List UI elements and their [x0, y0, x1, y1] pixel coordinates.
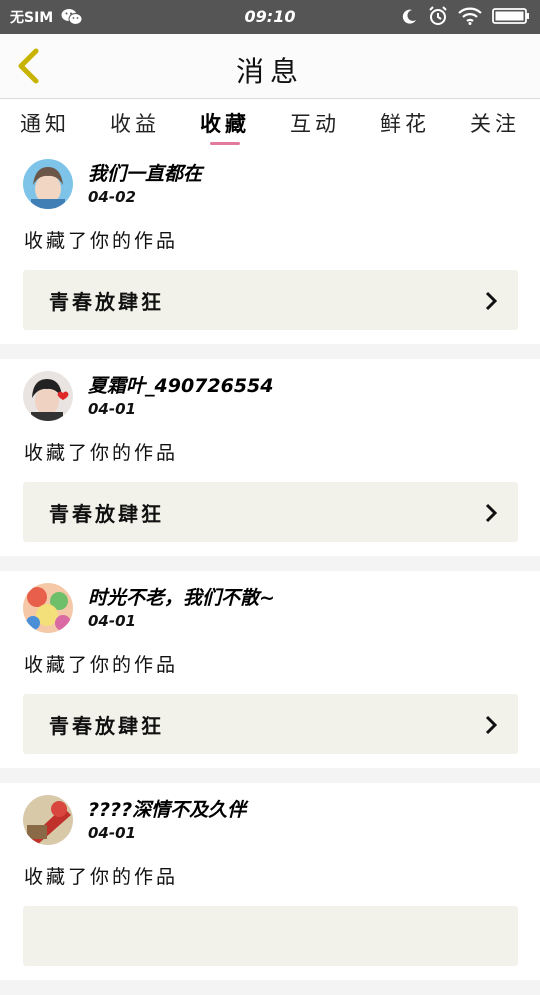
- tab-notifications[interactable]: 通知: [0, 99, 90, 147]
- username[interactable]: 夏霜叶_490726554: [88, 371, 273, 398]
- message-list: 我们一直都在 04-02 收藏了你的作品 青春放肆狂 夏霜叶_490726554…: [0, 147, 540, 995]
- work-link[interactable]: [23, 906, 518, 966]
- work-link[interactable]: 青春放肆狂: [23, 270, 518, 330]
- chevron-right-icon: [485, 715, 498, 735]
- avatar[interactable]: [23, 795, 73, 845]
- work-link[interactable]: 青春放肆狂: [23, 694, 518, 754]
- avatar[interactable]: [23, 583, 73, 633]
- message-card: 我们一直都在 04-02 收藏了你的作品 青春放肆狂: [0, 147, 540, 344]
- work-title: 青春放肆狂: [49, 290, 164, 314]
- action-text: 收藏了你的作品: [24, 442, 179, 464]
- chevron-right-icon: [485, 503, 498, 523]
- tab-flowers[interactable]: 鲜花: [360, 99, 450, 147]
- message-card: 时光不老，我们不散~ 04-01 收藏了你的作品 青春放肆狂: [0, 571, 540, 768]
- tab-earnings[interactable]: 收益: [90, 99, 180, 147]
- tab-interactions[interactable]: 互动: [270, 99, 360, 147]
- work-title: 青春放肆狂: [49, 502, 164, 526]
- message-date: 04-02: [88, 188, 136, 206]
- message-card: ????深情不及久伴 04-01 收藏了你的作品: [0, 783, 540, 980]
- message-card: 夏霜叶_490726554 04-01 收藏了你的作品 青春放肆狂: [0, 359, 540, 556]
- page-title: 消息: [235, 55, 304, 88]
- status-right: [402, 6, 530, 26]
- battery-icon: [492, 7, 530, 25]
- chevron-right-icon: [485, 291, 498, 311]
- work-title: 青春放肆狂: [49, 714, 164, 738]
- avatar[interactable]: [23, 159, 73, 209]
- alarm-icon: [428, 6, 448, 26]
- status-bar: 无SIM 09:10: [0, 0, 540, 34]
- username[interactable]: 我们一直都在: [88, 159, 202, 186]
- tab-following[interactable]: 关注: [450, 99, 540, 147]
- moon-icon: [402, 8, 418, 24]
- tab-bar: 通知 收益 收藏 互动 鲜花 关注: [0, 99, 540, 147]
- header-bar: 消息: [0, 34, 540, 99]
- message-date: 04-01: [88, 612, 136, 630]
- username[interactable]: ????深情不及久伴: [88, 795, 246, 822]
- username[interactable]: 时光不老，我们不散~: [88, 583, 275, 610]
- action-text: 收藏了你的作品: [24, 866, 179, 888]
- tab-favorites[interactable]: 收藏: [180, 99, 270, 147]
- message-date: 04-01: [88, 824, 136, 842]
- action-text: 收藏了你的作品: [24, 230, 179, 252]
- message-date: 04-01: [88, 400, 136, 418]
- avatar[interactable]: [23, 371, 73, 421]
- wifi-icon: [458, 7, 482, 25]
- action-text: 收藏了你的作品: [24, 654, 179, 676]
- work-link[interactable]: 青春放肆狂: [23, 482, 518, 542]
